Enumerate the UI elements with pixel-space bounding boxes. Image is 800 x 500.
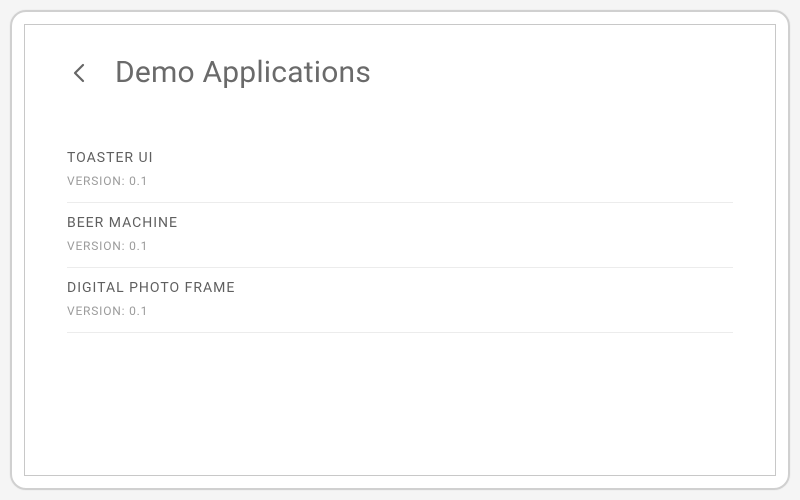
list-item[interactable]: DIGITAL PHOTO FRAME VERSION: 0.1 (67, 268, 733, 333)
app-list: TOASTER UI VERSION: 0.1 BEER MACHINE VER… (61, 138, 739, 333)
chevron-left-icon (73, 63, 85, 83)
page-title: Demo Applications (115, 55, 371, 90)
list-item[interactable]: BEER MACHINE VERSION: 0.1 (67, 203, 733, 268)
app-version: VERSION: 0.1 (67, 174, 733, 188)
app-version: VERSION: 0.1 (67, 304, 733, 318)
app-version: VERSION: 0.1 (67, 239, 733, 253)
app-name: DIGITAL PHOTO FRAME (67, 280, 733, 296)
device-frame: Demo Applications TOASTER UI VERSION: 0.… (10, 10, 790, 490)
screen: Demo Applications TOASTER UI VERSION: 0.… (24, 24, 776, 476)
app-name: BEER MACHINE (67, 215, 733, 231)
header: Demo Applications (61, 55, 739, 90)
list-item[interactable]: TOASTER UI VERSION: 0.1 (67, 138, 733, 203)
app-name: TOASTER UI (67, 150, 733, 166)
back-button[interactable] (65, 59, 93, 87)
